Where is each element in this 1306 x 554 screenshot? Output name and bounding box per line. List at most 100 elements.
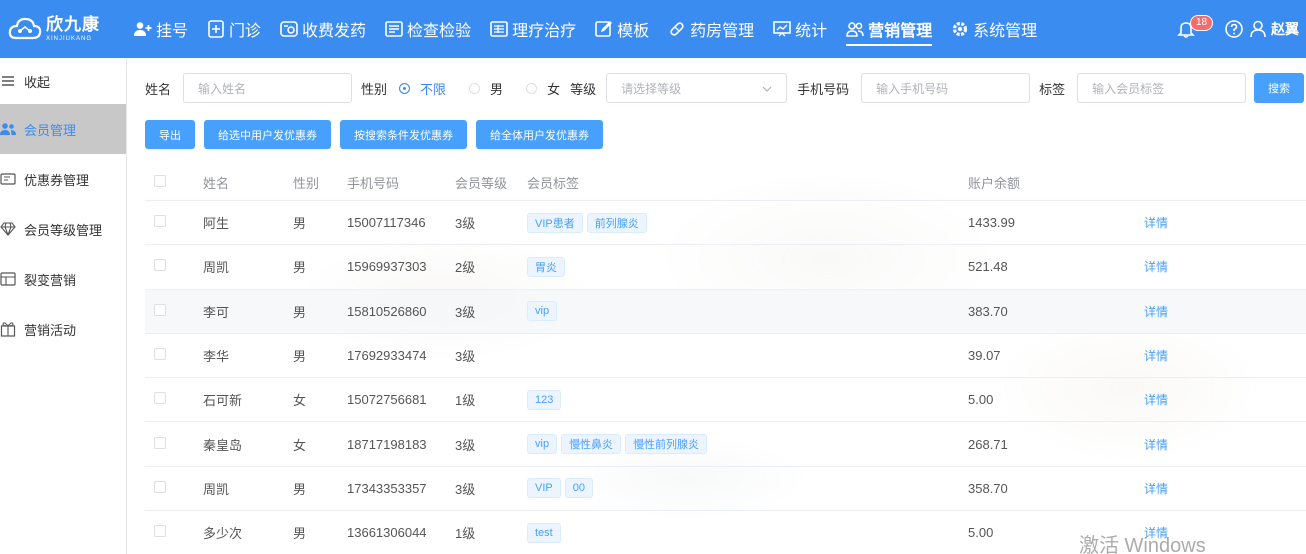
cell-level: 3级	[455, 437, 476, 453]
detail-link[interactable]: 详情	[1144, 303, 1204, 320]
gender-radio-0[interactable]: 不限	[399, 79, 446, 98]
row-checkbox[interactable]	[154, 215, 166, 228]
table-header: 姓名 性别 手机号码 会员等级 会员标签 账户余额	[145, 165, 1306, 201]
nav-item-5[interactable]: 模板	[585, 0, 658, 58]
gender-radio-2[interactable]: 女	[526, 79, 560, 98]
row-checkbox[interactable]	[154, 303, 166, 316]
sidebar-item-3[interactable]: 裂变营销	[0, 254, 126, 304]
sidebar-item-2[interactable]: 会员等级管理	[0, 204, 126, 254]
issue-selected-coupon-button[interactable]: 给选中用户发优惠券	[204, 120, 331, 149]
nav-item-label: 检查检验	[407, 23, 472, 40]
table-row[interactable]: 李可 男 15810526860 3级 vip 383.70 详情	[145, 289, 1306, 334]
header-tags: 会员标签	[527, 176, 580, 191]
sidebar-item-0[interactable]: 会员管理	[0, 104, 126, 154]
user-icon	[1250, 20, 1266, 38]
row-checkbox[interactable]	[154, 392, 166, 405]
therapy-icon	[490, 20, 508, 38]
cell-sex: 男	[293, 481, 307, 497]
nav-item-8[interactable]: 营销管理	[836, 0, 941, 58]
table-row[interactable]: 秦皇岛女 18717198183 3级 vip 慢性鼻炎 慢性前列腺炎 268.71 详情	[145, 422, 1306, 467]
nav-item-9[interactable]: 系统管理	[941, 0, 1046, 58]
fee-icon	[280, 20, 298, 38]
search-button[interactable]: 搜索	[1254, 73, 1304, 103]
row-checkbox[interactable]	[154, 525, 166, 538]
detail-link[interactable]: 详情	[1144, 480, 1204, 497]
member-tag: VIP	[527, 478, 561, 499]
gender-radio-label: 女	[547, 81, 561, 97]
issue-all-coupon-button[interactable]: 给全体用户发优惠券	[476, 120, 603, 149]
menu-icon	[0, 73, 16, 89]
level-select[interactable]: 请选择等级	[606, 73, 788, 103]
cell-sex: 男	[293, 526, 307, 542]
member-tag: vip	[527, 301, 558, 322]
detail-link[interactable]: 详情	[1144, 391, 1204, 408]
nav-item-0[interactable]: 挂号	[124, 0, 197, 58]
nav-item-1[interactable]: 门诊	[197, 0, 270, 58]
row-checkbox[interactable]	[154, 436, 166, 449]
cell-balance: 268.71	[968, 436, 1008, 452]
diamond-icon	[0, 221, 16, 237]
pill-icon	[668, 20, 686, 38]
detail-link[interactable]: 详情	[1144, 347, 1204, 364]
row-checkbox-cell	[145, 480, 203, 496]
bell-icon[interactable]: 18	[1176, 15, 1214, 39]
brand-logo[interactable]: 欣九康 XINJIUKANG	[0, 0, 124, 58]
nav-item-7[interactable]: 统计	[763, 0, 836, 58]
cell-phone: 17692933474	[347, 348, 427, 364]
user-menu[interactable]: 赵翼	[1250, 19, 1306, 39]
cell-phone: 15072756681	[347, 392, 427, 408]
issue-by-search-coupon-button[interactable]: 按搜索条件发优惠券	[340, 120, 467, 149]
top-navbar: 欣九康 XINJIUKANG 挂号 门诊 收费发药 检查检验 理疗治疗 模板 药房管理 统计 营…	[0, 0, 1306, 58]
sidebar: 收起 会员管理优惠券管理会员等级管理 裂变营销营销活动	[0, 58, 127, 554]
cell-name: 李华	[203, 349, 230, 365]
windows-activation-watermark: 激活 Windows	[1079, 535, 1206, 554]
cell-tags: 123	[527, 389, 968, 410]
table-row[interactable]: 阿生男 15007117346 3级 VIP患者 前列腺炎 1433.99 详情	[145, 201, 1306, 246]
cell-phone: 18717198183	[347, 436, 427, 452]
tag-input[interactable]: 输入会员标签	[1077, 73, 1247, 103]
detail-link[interactable]: 详情	[1144, 214, 1204, 231]
name-input[interactable]: 输入姓名	[183, 73, 353, 103]
table-row[interactable]: 石可新 女 15072756681 1级 123 5.00 详情	[145, 378, 1306, 423]
nav-item-6[interactable]: 药房管理	[658, 0, 763, 58]
gender-radio-1[interactable]: 男	[469, 79, 503, 98]
sidebar-item-1[interactable]: 优惠券管理	[0, 154, 126, 204]
table-row[interactable]: 周凯男 17343353357 3级 VIP 00 358.70 详情	[145, 466, 1306, 512]
cell-level: 1级	[455, 393, 476, 409]
nav-item-2[interactable]: 收费发药	[270, 0, 375, 58]
sidebar-collapse-button[interactable]: 收起	[0, 58, 126, 104]
cell-level: 3级	[455, 349, 476, 365]
row-checkbox[interactable]	[154, 348, 166, 361]
row-checkbox[interactable]	[154, 259, 166, 272]
coupon-icon	[0, 171, 16, 187]
row-checkbox-cell	[145, 215, 203, 230]
member-tag: 123	[527, 389, 562, 410]
select-all-checkbox[interactable]	[154, 175, 166, 187]
export-button[interactable]: 导出	[145, 120, 195, 149]
nav-item-4[interactable]: 理疗治疗	[480, 0, 585, 58]
radio-circle-icon	[469, 82, 481, 94]
cell-level: 3级	[455, 481, 476, 497]
table-row[interactable]: 李华 男 17692933474 3级 39.07 详情	[145, 333, 1306, 379]
brand-name: 欣九康	[46, 15, 100, 34]
user-name: 赵翼	[1271, 21, 1299, 37]
cell-tags: 胃炎	[527, 256, 968, 277]
detail-link[interactable]: 详情	[1144, 258, 1204, 275]
table-row[interactable]: 周凯 男 15969937303 2级 胃炎 521.48 详情	[145, 245, 1306, 290]
nav-item-3[interactable]: 检查检验	[375, 0, 480, 58]
row-checkbox[interactable]	[154, 480, 166, 493]
user-plus-icon	[134, 20, 152, 38]
phone-input[interactable]: 输入手机号码	[861, 73, 1031, 103]
detail-link[interactable]: 详情	[1144, 436, 1204, 453]
sidebar-item-label: 裂变营销	[24, 272, 77, 288]
row-checkbox-cell	[145, 259, 203, 274]
sidebar-item-label: 优惠券管理	[24, 172, 90, 188]
sidebar-item-label: 会员等级管理	[24, 222, 103, 238]
member-tag: VIP患者	[527, 212, 583, 233]
member-tag: 慢性前列腺炎	[625, 434, 708, 455]
sidebar-item-4[interactable]: 营销活动	[0, 304, 126, 354]
cell-tags: VIP患者 前列腺炎	[527, 212, 968, 233]
help-icon[interactable]	[1224, 19, 1244, 39]
cell-balance: 521.48	[968, 259, 1008, 275]
member-table: 姓名 性别 手机号码 会员等级 会员标签 账户余额 阿生男 15007117346…	[145, 165, 1306, 554]
